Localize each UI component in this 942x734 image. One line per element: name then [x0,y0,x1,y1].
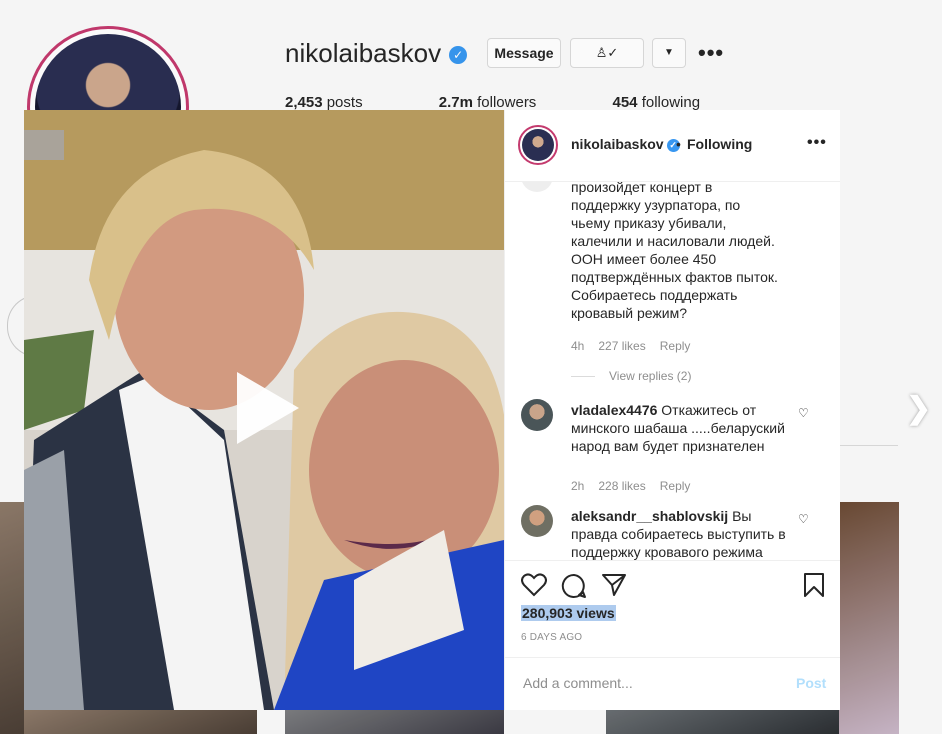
comments-list[interactable]: произойдет концерт в поддержку узурпатор… [505,182,840,560]
video-views-count[interactable]: 280,903 views [521,605,616,621]
save-bookmark-icon[interactable] [803,572,825,598]
post-details-panel: nikolaibaskov ✓ • Following ••• произойде… [504,110,840,710]
comment-bubble-icon[interactable] [561,573,587,599]
more-options-icon[interactable]: ••• [807,134,827,152]
share-direct-icon[interactable] [601,573,627,597]
post-video[interactable] [24,110,504,710]
comment-likes[interactable]: 227 likes [598,339,645,353]
post-header: nikolaibaskov ✓ • Following ••• [505,110,840,182]
post-comment-button[interactable]: Post [796,675,826,691]
view-replies-button[interactable]: View replies (2) [571,369,691,383]
comment-username[interactable]: aleksandr__shablovskij [571,508,728,524]
comment-text: произойдет концерт в поддержку узурпатор… [571,182,778,321]
comment-time: 4h [571,339,585,353]
like-comment-heart-icon[interactable]: ♡ [798,512,809,526]
comment-avatar[interactable] [521,182,553,192]
following-label[interactable]: Following [687,136,752,152]
author-avatar[interactable] [518,125,558,165]
post-date[interactable]: 6 DAYS AGO [521,632,582,643]
post-actions: 280,903 views 6 DAYS AGO Post [505,560,840,711]
add-comment-input[interactable] [521,674,775,692]
like-comment-heart-icon[interactable]: ♡ [798,406,809,420]
add-comment-section: Post [505,657,840,712]
reply-button[interactable]: Reply [660,339,691,353]
comment-likes[interactable]: 228 likes [598,479,645,493]
comment-avatar[interactable] [521,505,553,537]
comment-username[interactable]: vladalex4476 [571,402,657,418]
next-post-arrow-icon[interactable]: ❯ [906,391,931,426]
comment-meta: 2h 228 likes Reply [571,479,704,493]
comment-time: 2h [571,479,585,493]
comment-meta: 4h 227 likes Reply [571,339,704,353]
reply-button[interactable]: Reply [660,479,691,493]
like-heart-icon[interactable] [521,573,547,597]
comment-text: aleksandr__shablovskij Вы правда собирае… [571,508,786,560]
header-separator: • [676,136,681,152]
comment-text: vladalex4476 Откажитесь от минского шаба… [571,402,785,454]
comment-avatar[interactable] [521,399,553,431]
play-icon[interactable] [237,372,299,444]
author-username[interactable]: nikolaibaskov ✓ [571,136,680,152]
